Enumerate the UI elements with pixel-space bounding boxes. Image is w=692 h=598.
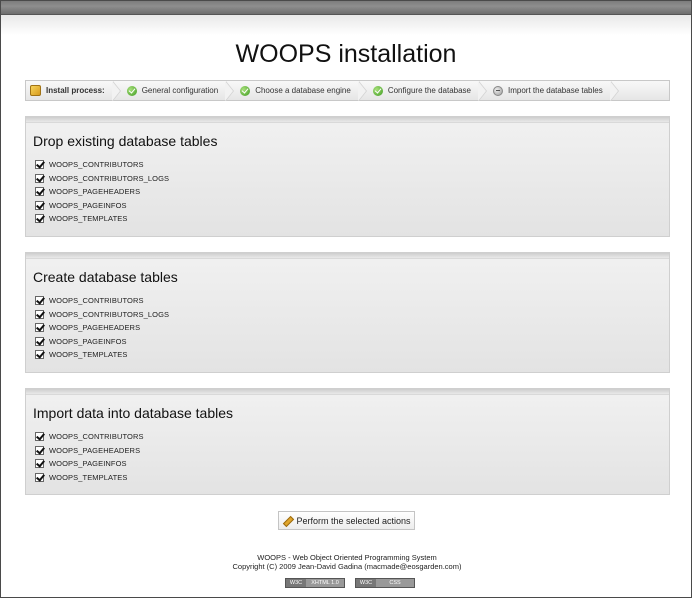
checkbox[interactable] <box>35 336 44 346</box>
page-title: WOOPS installation <box>235 40 457 68</box>
checkbox-list: WOOPS_CONTRIBUTORS WOOPS_CONTRIBUTORS_LO… <box>35 158 669 226</box>
badge-right-label: CSS <box>376 579 414 587</box>
checkbox-label[interactable]: WOOPS_TEMPLATES <box>49 350 127 359</box>
list-item[interactable]: WOOPS_CONTRIBUTORS <box>35 294 669 308</box>
header-fade <box>1 15 691 35</box>
panel-drop-tables: Drop existing database tables WOOPS_CONT… <box>25 116 670 237</box>
step-label: Configure the database <box>387 86 471 95</box>
checkbox[interactable] <box>35 200 44 210</box>
step-label: Install process: <box>46 86 105 95</box>
installer-window: WOOPS installation Install process: Gene… <box>0 0 692 598</box>
checkbox-label[interactable]: WOOPS_CONTRIBUTORS <box>49 432 144 441</box>
checkbox[interactable] <box>35 472 44 482</box>
xhtml-badge[interactable]: W3C XHTML 1.0 <box>285 578 345 588</box>
list-item[interactable]: WOOPS_CONTRIBUTORS <box>35 158 669 172</box>
install-icon <box>30 85 41 96</box>
checkbox[interactable] <box>35 459 44 469</box>
pencil-icon <box>282 516 292 526</box>
section-title: Create database tables <box>33 269 178 285</box>
validator-badges: W3C XHTML 1.0 W3C CSS <box>285 578 415 588</box>
checkbox-label[interactable]: WOOPS_PAGEHEADERS <box>49 323 140 332</box>
checkbox[interactable] <box>35 296 44 306</box>
checkbox-label[interactable]: WOOPS_TEMPLATES <box>49 473 127 482</box>
checkbox[interactable] <box>35 214 44 224</box>
list-item[interactable]: WOOPS_PAGEHEADERS <box>35 321 669 335</box>
checkbox[interactable] <box>35 187 44 197</box>
checkbox-label[interactable]: WOOPS_PAGEHEADERS <box>49 187 140 196</box>
checkbox-label[interactable]: WOOPS_PAGEINFOS <box>49 459 127 468</box>
step-label: General configuration <box>141 86 219 95</box>
badge-right-label: XHTML 1.0 <box>306 579 344 587</box>
checkbox-label[interactable]: WOOPS_CONTRIBUTORS <box>49 160 144 169</box>
list-item[interactable]: WOOPS_TEMPLATES <box>35 348 669 362</box>
step-install-process: Install process: <box>26 81 121 101</box>
checkbox-label[interactable]: WOOPS_CONTRIBUTORS <box>49 296 144 305</box>
list-item[interactable]: WOOPS_PAGEINFOS <box>35 335 669 349</box>
footer-line-1: WOOPS - Web Object Oriented Programming … <box>257 553 437 562</box>
checkbox[interactable] <box>35 445 44 455</box>
step-label: Choose a database engine <box>255 86 351 95</box>
badge-left-label: W3C <box>286 579 306 587</box>
checkbox-label[interactable]: WOOPS_CONTRIBUTORS_LOGS <box>49 310 169 319</box>
checkbox[interactable] <box>35 173 44 183</box>
checkbox[interactable] <box>35 160 44 170</box>
checkbox-label[interactable]: WOOPS_TEMPLATES <box>49 214 127 223</box>
checkbox[interactable] <box>35 350 44 360</box>
panel-top-bar <box>26 253 669 259</box>
list-item[interactable]: WOOPS_TEMPLATES <box>35 471 669 485</box>
panel-import-data: Import data into database tables WOOPS_C… <box>25 388 670 495</box>
check-icon <box>126 85 137 96</box>
section-title: Import data into database tables <box>33 405 234 421</box>
check-icon <box>372 85 383 96</box>
step-import-database-tables: Import the database tables <box>487 81 619 101</box>
checkbox[interactable] <box>35 309 44 319</box>
checkbox[interactable] <box>35 432 44 442</box>
checkbox-label[interactable]: WOOPS_PAGEHEADERS <box>49 446 140 455</box>
list-item[interactable]: WOOPS_PAGEINFOS <box>35 457 669 471</box>
list-item[interactable]: WOOPS_PAGEHEADERS <box>35 185 669 199</box>
list-item[interactable]: WOOPS_CONTRIBUTORS <box>35 430 669 444</box>
css-badge[interactable]: W3C CSS <box>355 578 415 588</box>
checkbox-list: WOOPS_CONTRIBUTORS WOOPS_PAGEHEADERS WOO… <box>35 430 669 484</box>
step-label: Import the database tables <box>508 86 603 95</box>
panel-top-bar <box>26 389 669 395</box>
install-steps-breadcrumb: Install process: General configuration C… <box>25 80 670 101</box>
list-item[interactable]: WOOPS_CONTRIBUTORS_LOGS <box>35 172 669 186</box>
checkbox-label[interactable]: WOOPS_CONTRIBUTORS_LOGS <box>49 174 169 183</box>
footer-line-2: Copyright (C) 2009 Jean-David Gadina (ma… <box>232 562 462 571</box>
pending-icon <box>493 85 503 96</box>
step-general-configuration[interactable]: General configuration <box>121 81 235 101</box>
check-icon <box>240 85 251 96</box>
step-configure-database[interactable]: Configure the database <box>367 81 488 101</box>
checkbox-label[interactable]: WOOPS_PAGEINFOS <box>49 201 127 210</box>
checkbox-label[interactable]: WOOPS_PAGEINFOS <box>49 337 127 346</box>
list-item[interactable]: WOOPS_CONTRIBUTORS_LOGS <box>35 308 669 322</box>
panel-create-tables: Create database tables WOOPS_CONTRIBUTOR… <box>25 252 670 373</box>
panel-top-bar <box>26 117 669 123</box>
window-top-bar <box>1 1 691 15</box>
checkbox[interactable] <box>35 323 44 333</box>
step-choose-database-engine[interactable]: Choose a database engine <box>234 81 367 101</box>
perform-actions-button[interactable]: Perform the selected actions <box>278 511 415 530</box>
list-item[interactable]: WOOPS_TEMPLATES <box>35 212 669 226</box>
list-item[interactable]: WOOPS_PAGEINFOS <box>35 199 669 213</box>
list-item[interactable]: WOOPS_PAGEHEADERS <box>35 444 669 458</box>
checkbox-list: WOOPS_CONTRIBUTORS WOOPS_CONTRIBUTORS_LO… <box>35 294 669 362</box>
badge-left-label: W3C <box>356 579 376 587</box>
section-title: Drop existing database tables <box>33 133 218 149</box>
perform-actions-label: Perform the selected actions <box>296 515 411 526</box>
footer: WOOPS - Web Object Oriented Programming … <box>1 553 692 571</box>
